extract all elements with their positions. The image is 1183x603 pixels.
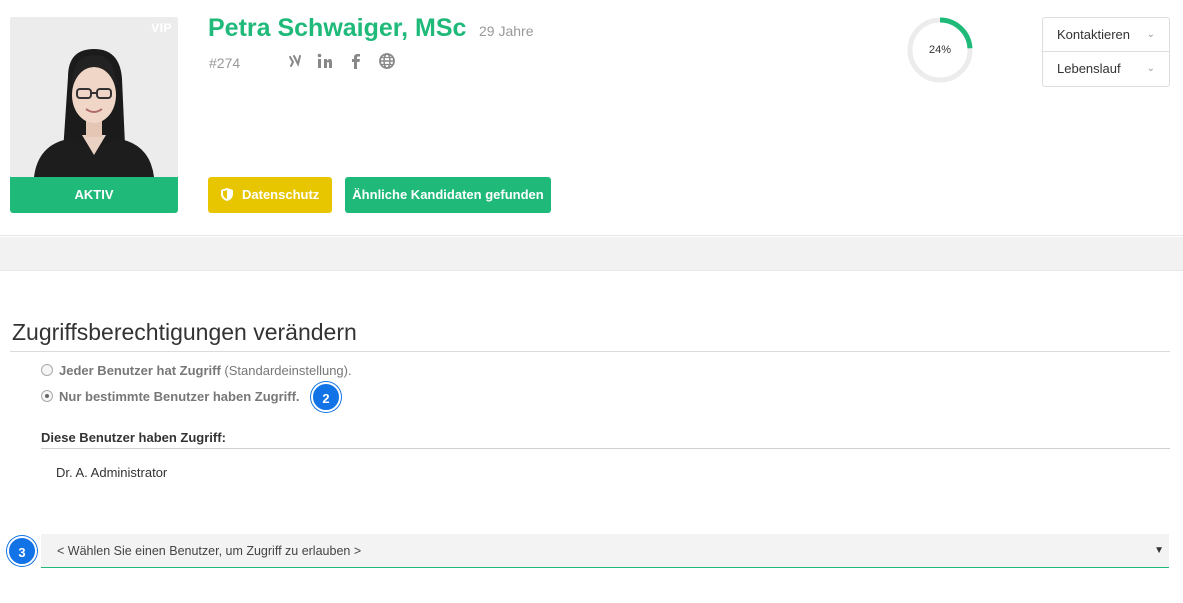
user-select-placeholder: < Wählen Sie einen Benutzer, um Zugriff … [57, 544, 362, 558]
candidate-name: Petra Schwaiger, MSc [208, 14, 467, 42]
step-badge-3: 3 [7, 536, 37, 566]
radio-option-specific-users[interactable]: Nur bestimmte Benutzer haben Zugriff. [41, 389, 300, 404]
radio-option-specific-label: Nur bestimmte Benutzer haben Zugriff. [59, 389, 300, 404]
cv-dropdown-label: Lebenslauf [1057, 61, 1121, 76]
section-divider-band [0, 237, 1183, 271]
radio-option-all-rest: (Standardeinstellung). [220, 363, 352, 378]
users-with-access-label: Diese Benutzer haben Zugriff: [41, 430, 226, 445]
caret-down-icon: ▼ [1154, 545, 1164, 556]
privacy-button[interactable]: Datenschutz [208, 177, 332, 213]
user-select[interactable]: < Wählen Sie einen Benutzer, um Zugriff … [41, 534, 1169, 568]
candidate-photo[interactable]: VIP [10, 17, 178, 177]
status-bar: AKTIV [10, 177, 178, 213]
vip-label: VIP [151, 21, 172, 35]
chevron-down-icon: ⌄ [1146, 29, 1155, 40]
contact-dropdown[interactable]: Kontaktieren ⌄ [1042, 17, 1170, 52]
radio-button[interactable] [41, 364, 53, 377]
step-badge-2: 2 [311, 382, 341, 412]
xing-icon[interactable] [286, 52, 304, 70]
candidate-id: #274 [209, 55, 241, 71]
globe-icon[interactable] [378, 52, 396, 70]
radio-option-all-bold: Jeder Benutzer hat Zugriff [59, 363, 221, 378]
profile-progress-label: 24% [928, 44, 952, 56]
facebook-icon[interactable] [347, 52, 365, 70]
candidate-header: VIP AKTIV Petra Schwaiger, MSc 29 Jahre … [0, 0, 1183, 236]
cv-dropdown[interactable]: Lebenslauf ⌄ [1042, 52, 1170, 87]
shield-icon [221, 187, 233, 201]
contact-dropdown-label: Kontaktieren [1057, 27, 1130, 42]
privacy-button-label: Datenschutz [242, 187, 320, 202]
radio-option-all-users[interactable]: Jeder Benutzer hat Zugriff (Standardeins… [41, 363, 352, 378]
linkedin-icon[interactable] [316, 52, 334, 70]
list-item: Dr. A. Administrator [56, 465, 168, 480]
candidate-age: 29 Jahre [479, 23, 534, 39]
portrait-image [10, 17, 178, 177]
radio-button-checked[interactable] [41, 390, 53, 403]
title-divider [10, 351, 1170, 352]
users-divider [41, 448, 1170, 449]
similar-candidates-button[interactable]: Ähnliche Kandidaten gefunden [345, 177, 551, 213]
page-title: Zugriffsberechtigungen verändern [12, 319, 357, 345]
chevron-down-icon: ⌄ [1146, 63, 1155, 74]
